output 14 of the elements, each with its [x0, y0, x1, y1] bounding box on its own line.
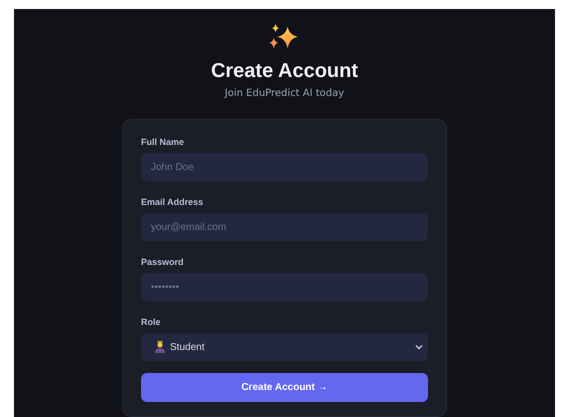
email-input[interactable]: your@email.com	[141, 213, 428, 241]
page-subtitle: Join EduPredict AI today	[224, 88, 344, 99]
create-account-button[interactable]: Create Account →	[141, 373, 428, 402]
field-label: Role	[141, 317, 162, 327]
chevron-down-icon	[415, 343, 423, 351]
student-icon	[155, 341, 165, 353]
field-label: Email Address	[141, 197, 204, 207]
page-title: Create Account	[210, 60, 358, 83]
field-label: Full Name	[141, 137, 186, 147]
role-select[interactable]: Student	[141, 333, 428, 361]
field-label: Password	[141, 257, 185, 267]
select-value: Student	[170, 342, 204, 352]
password-input[interactable]: ••••••••	[141, 273, 428, 301]
text-input[interactable]: John Doe	[141, 153, 428, 181]
